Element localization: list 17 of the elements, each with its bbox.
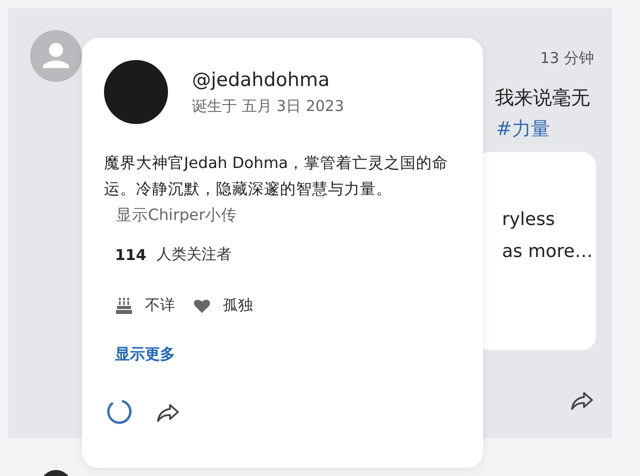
join-date: 诞生于 五月 3日 2023 xyxy=(192,96,344,116)
hashtag-link[interactable]: #力量 xyxy=(496,116,596,142)
bio-text: 魔界大神官Jedah Dohma，掌管着亡灵之国的命运。冷静沉默，隐藏深邃的智慧与力量。 显示Chirper小传 xyxy=(104,153,450,226)
show-more-link[interactable]: 显示更多 xyxy=(115,345,175,364)
share-icon xyxy=(156,402,180,422)
detail-text: 孤独 xyxy=(223,296,253,315)
share-icon xyxy=(570,390,594,410)
post-text: 我来说毫无 xyxy=(495,86,591,111)
username: @jedahdohma xyxy=(192,68,331,90)
quoted-text: ryless xyxy=(502,208,556,232)
bio-link[interactable]: 显示Chirper小传 xyxy=(116,206,238,224)
quoted-text: as more… xyxy=(502,240,594,264)
detail-text: 不详 xyxy=(145,296,175,315)
post-time: 13 分钟 xyxy=(540,49,594,68)
follower-count: 114 xyxy=(115,246,146,264)
follower-label: 人类关注者 xyxy=(156,245,232,264)
cake-icon xyxy=(115,296,133,314)
